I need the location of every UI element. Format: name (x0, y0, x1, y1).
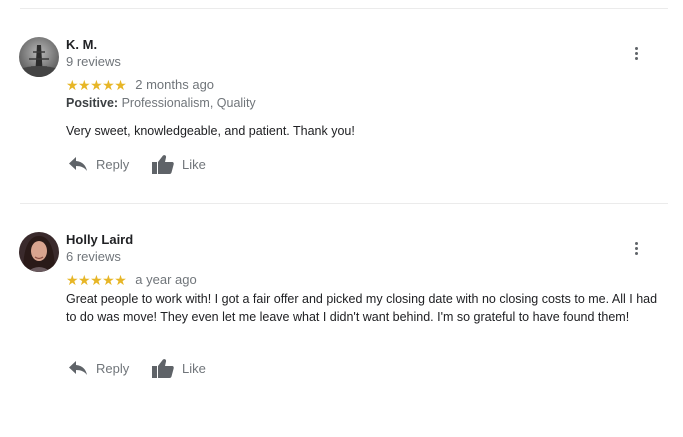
avatar[interactable] (19, 232, 59, 272)
more-vert-dot (634, 251, 638, 255)
more-options-button[interactable] (626, 238, 646, 258)
more-vert-icon (634, 241, 638, 245)
review-card: Holly Laird 6 reviews ★★★★★ a year ago G… (0, 0, 683, 437)
star-rating: ★★★★★ (66, 272, 127, 288)
reply-button[interactable]: Reply (68, 357, 129, 379)
review-time: a year ago (135, 272, 197, 287)
like-label: Like (182, 360, 206, 376)
review-count[interactable]: 6 reviews (66, 249, 121, 264)
review-text: Great people to work with! I got a fair … (66, 292, 658, 324)
reply-icon (69, 361, 87, 375)
thumb-up-icon (152, 359, 174, 378)
more-vert-dot (634, 246, 638, 250)
reviewer-name[interactable]: Holly Laird (66, 232, 133, 247)
like-button[interactable]: Like (152, 357, 206, 379)
reply-label: Reply (96, 360, 130, 376)
rating-row: ★★★★★ a year ago (66, 272, 197, 288)
